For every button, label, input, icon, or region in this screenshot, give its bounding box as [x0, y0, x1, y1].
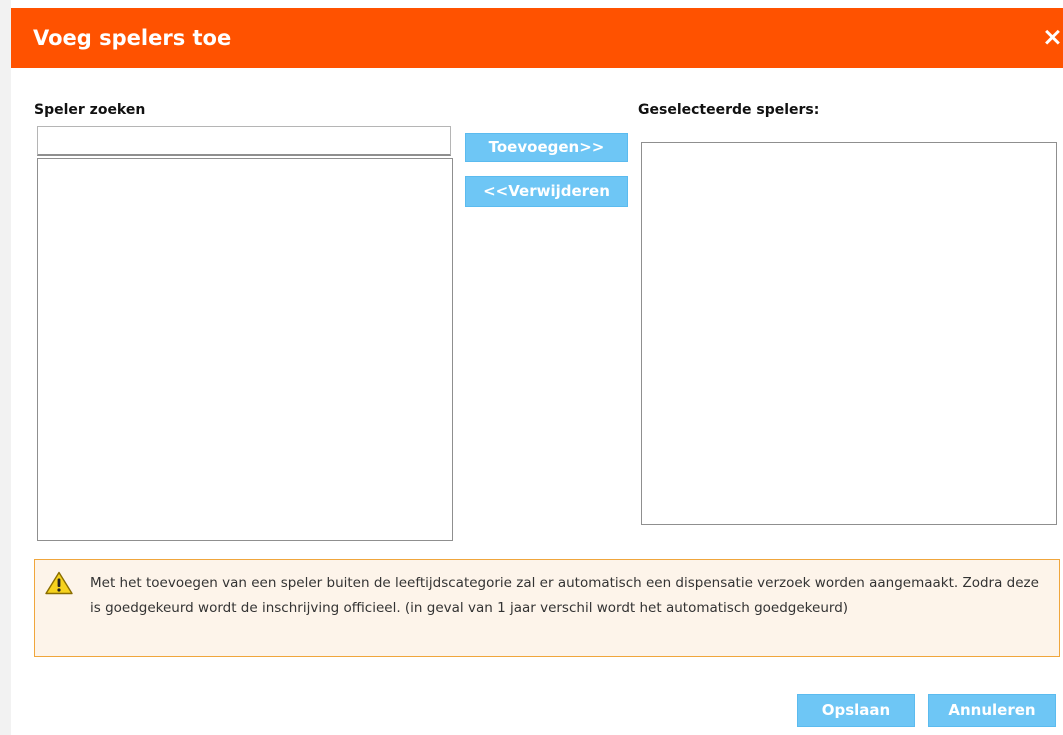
save-button[interactable]: Opslaan — [797, 694, 915, 727]
warning-triangle-icon — [45, 571, 73, 595]
dialog-header: Voeg spelers toe × — [11, 8, 1063, 68]
cancel-button[interactable]: Annuleren — [928, 694, 1056, 727]
search-player-input[interactable] — [37, 126, 451, 156]
add-players-dialog: Voeg spelers toe × Speler zoeken Toevoeg… — [11, 0, 1063, 735]
add-player-button[interactable]: Toevoegen>> — [465, 133, 628, 162]
selected-players-label: Geselecteerde spelers: — [638, 102, 820, 118]
close-icon[interactable]: × — [1042, 22, 1063, 52]
selected-players-list[interactable] — [641, 142, 1057, 525]
age-category-warning: Met het toevoegen van een speler buiten … — [34, 559, 1060, 657]
search-results-list[interactable] — [37, 158, 453, 541]
warning-message: Met het toevoegen van een speler buiten … — [90, 575, 1039, 616]
search-player-label: Speler zoeken — [34, 102, 146, 118]
remove-player-button[interactable]: <<Verwijderen — [465, 176, 628, 207]
dialog-title: Voeg spelers toe — [33, 26, 232, 50]
